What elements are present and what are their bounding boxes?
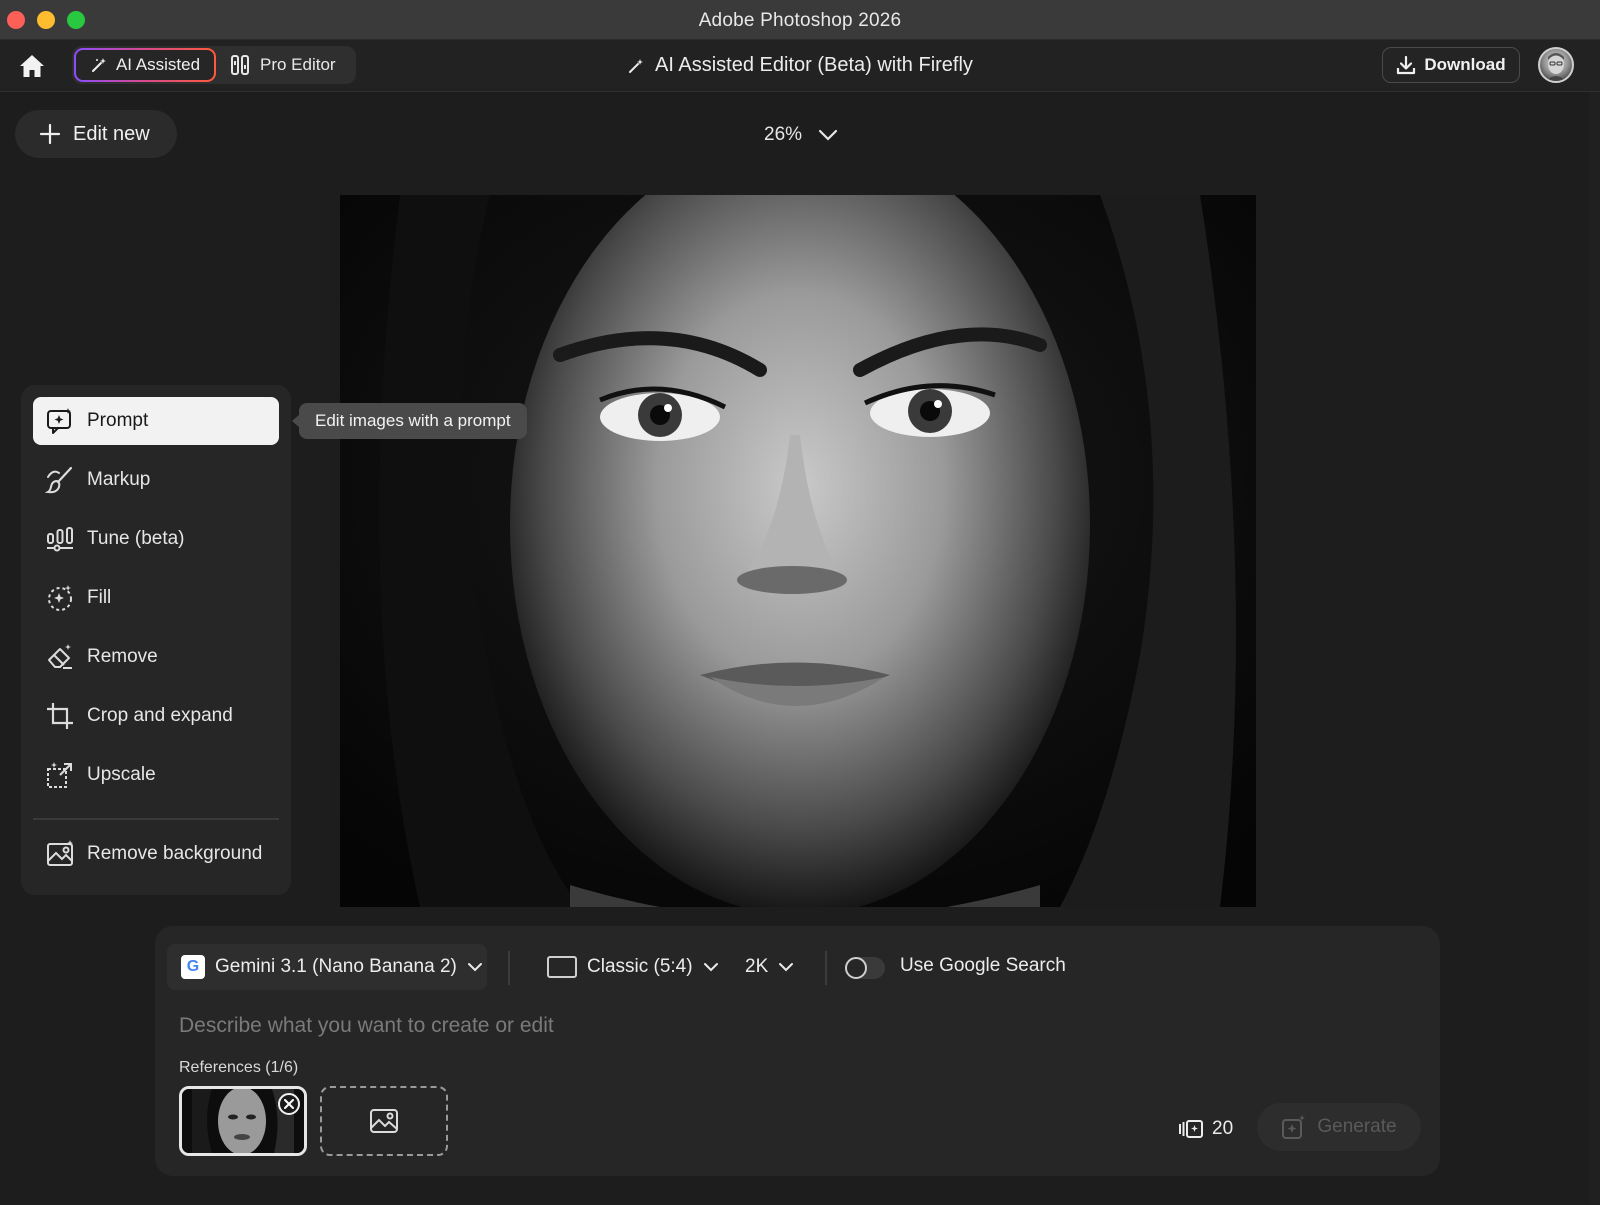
google-logo-icon: G — [181, 955, 205, 979]
eraser-icon — [48, 644, 72, 669]
tool-fill-label: Fill — [87, 587, 112, 608]
user-photo-icon — [1546, 53, 1566, 81]
tool-remove-background[interactable]: Remove background — [33, 830, 279, 878]
image-add-icon — [370, 1109, 398, 1133]
upscale-icon — [47, 762, 72, 788]
prompt-panel: G Gemini 3.1 (Nano Banana 2) Classic (5:… — [155, 926, 1440, 1176]
tool-remove-label: Remove — [87, 646, 158, 667]
brush-icon — [45, 466, 73, 494]
editor-title: AI Assisted Editor (Beta) with Firefly — [0, 54, 1600, 77]
prompt-input[interactable] — [179, 1008, 1279, 1044]
tool-crop-expand[interactable]: Crop and expand — [33, 692, 279, 740]
app-header: AI Assisted Pro Editor AI Assisted Edito… — [0, 40, 1600, 92]
window-titlebar: Adobe Photoshop 2026 — [0, 0, 1600, 40]
close-icon — [284, 1099, 294, 1109]
sparkle-wand-icon — [629, 58, 644, 73]
model-name: Gemini 3.1 (Nano Banana 2) — [215, 956, 457, 977]
separator — [825, 951, 827, 985]
portrait-photo — [340, 195, 1256, 907]
window-edge — [1590, 92, 1600, 1205]
tool-prompt[interactable]: Prompt — [33, 397, 279, 445]
remove-reference-button[interactable] — [278, 1093, 300, 1115]
toggle-knob — [845, 957, 867, 979]
google-logo-letter: G — [186, 958, 200, 975]
tool-upscale[interactable]: Upscale — [33, 751, 279, 799]
generative-fill-icon — [48, 585, 72, 611]
generate-sparkle-icon — [1282, 1115, 1306, 1139]
remove-background-icon — [47, 840, 73, 866]
aspect-ratio-dropdown[interactable]: Classic (5:4) — [547, 952, 719, 982]
tool-prompt-label: Prompt — [87, 410, 149, 431]
credits-count: 20 — [1212, 1118, 1234, 1139]
resolution-dropdown[interactable]: 2K — [745, 952, 794, 982]
chevron-down-icon — [818, 129, 838, 141]
tool-markup[interactable]: Markup — [33, 456, 279, 504]
download-icon — [1397, 55, 1416, 75]
crop-icon — [47, 703, 73, 729]
tune-sliders-icon — [47, 527, 73, 552]
chevron-down-icon — [467, 963, 482, 972]
aspect-ratio-icon — [547, 956, 577, 978]
model-dropdown[interactable]: G Gemini 3.1 (Nano Banana 2) — [167, 944, 487, 990]
zoom-value: 26% — [764, 124, 803, 145]
tool-remove-background-label: Remove background — [87, 843, 263, 864]
download-button[interactable]: Download — [1382, 47, 1520, 83]
google-search-toggle[interactable] — [845, 957, 885, 979]
references-label: References (1/6) — [179, 1059, 299, 1076]
download-label: Download — [1424, 55, 1506, 74]
chevron-down-icon — [703, 963, 718, 972]
tool-divider — [33, 818, 279, 820]
aspect-ratio-value: Classic (5:4) — [587, 956, 693, 977]
credits-icon — [1179, 1120, 1203, 1138]
prompt-tooltip: Edit images with a prompt — [292, 403, 527, 439]
tool-crop-label: Crop and expand — [87, 705, 233, 726]
google-search-label: Use Google Search — [900, 955, 1066, 976]
tool-tune-label: Tune (beta) — [87, 528, 185, 549]
plus-icon — [39, 123, 61, 145]
separator — [508, 951, 510, 985]
generate-label: Generate — [1317, 1116, 1397, 1137]
editor-title-text: AI Assisted Editor (Beta) with Firefly — [655, 54, 973, 76]
generate-button[interactable]: Generate — [1257, 1103, 1421, 1151]
edit-new-button[interactable]: Edit new — [15, 110, 177, 158]
credits-indicator: 20 — [1178, 1118, 1233, 1140]
chevron-down-icon — [779, 963, 794, 972]
tool-upscale-label: Upscale — [87, 764, 156, 785]
tool-panel: Prompt Markup Tune (beta) Fill Remove Cr… — [21, 385, 291, 895]
user-avatar[interactable] — [1538, 47, 1574, 83]
resolution-value: 2K — [745, 956, 769, 977]
tool-markup-label: Markup — [87, 469, 151, 490]
add-reference-button[interactable] — [320, 1086, 448, 1156]
tool-tune[interactable]: Tune (beta) — [33, 515, 279, 563]
tool-fill[interactable]: Fill — [33, 574, 279, 622]
prompt-sparkle-icon — [47, 408, 71, 434]
reference-thumbnail[interactable] — [179, 1086, 307, 1156]
zoom-dropdown[interactable]: 26% — [764, 124, 838, 146]
window-title: Adobe Photoshop 2026 — [698, 10, 902, 31]
tool-remove[interactable]: Remove — [33, 633, 279, 681]
edit-new-label: Edit new — [73, 122, 150, 145]
image-canvas[interactable] — [340, 195, 1256, 907]
